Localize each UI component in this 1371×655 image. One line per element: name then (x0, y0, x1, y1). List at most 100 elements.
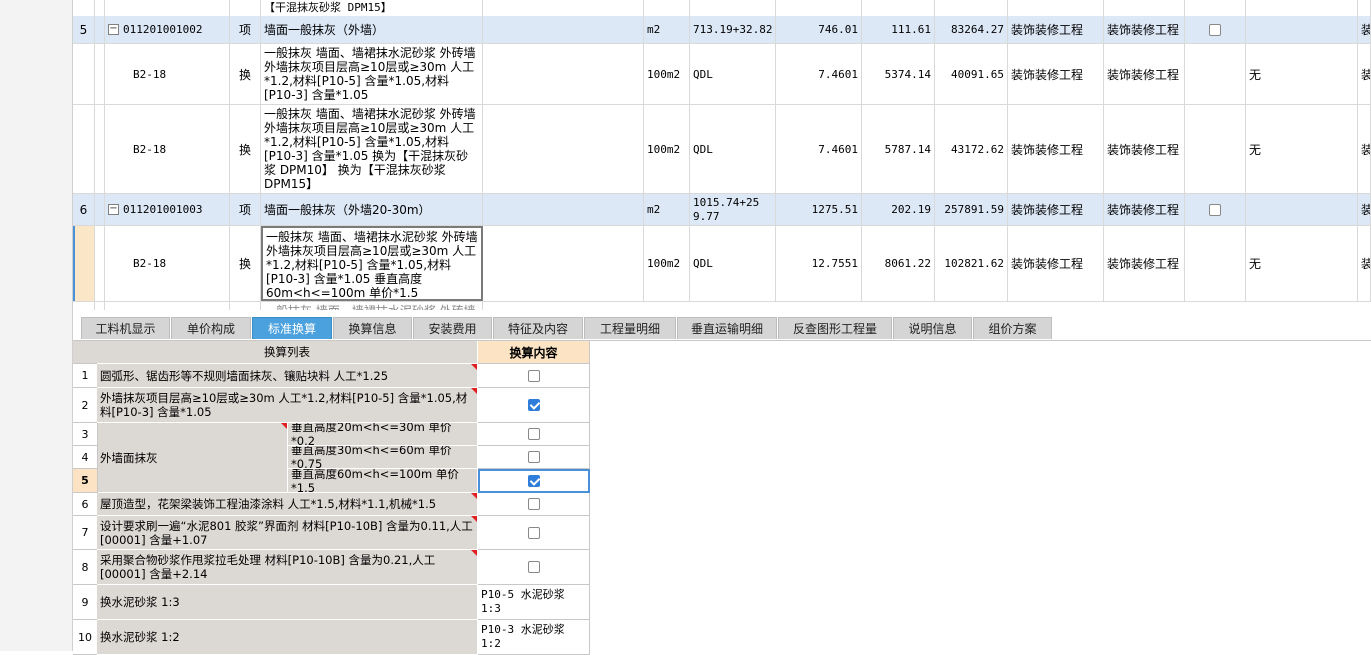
total-price: 83264.27 (935, 16, 1008, 43)
conversion-checkbox[interactable] (527, 498, 540, 510)
sub-category: 装饰装修工程 (1104, 105, 1185, 193)
list-item[interactable]: 7 设计要求刷一遍“水泥801 胶浆”界面剂 材料[P10-10B] 含量为0.… (73, 516, 590, 550)
item-code: 011201001002 (123, 23, 203, 36)
tab-features[interactable]: 特征及内容 (493, 317, 583, 339)
qty-expression[interactable]: QDL (690, 44, 776, 104)
unit-price: 111.61 (862, 16, 935, 43)
list-item[interactable]: 5 垂直高度60m<h<=100m 单价*1.5 (73, 469, 590, 493)
tab-vertical-transport[interactable]: 垂直运输明细 (677, 317, 777, 339)
conversion-list: 换算列表 换算内容 1 圆弧形、锯齿形等不规则墙面抹灰、镶贴块料 人工*1.25… (73, 341, 590, 655)
quantity: 12.7551 (776, 226, 862, 301)
qty-expression[interactable]: QDL (690, 105, 776, 193)
row-number: 2 (73, 388, 98, 423)
quantity: 7.4601 (776, 105, 862, 193)
clipped-cell: 装 (1358, 105, 1371, 193)
conversion-text: 外墙抹灰项目层高≥10层或≥30m 人工*1.2,材料[P10-5] 含量*1.… (97, 388, 478, 423)
row-seq: 6 (73, 194, 95, 225)
conversion-checkbox[interactable] (528, 475, 540, 487)
tab-standard-conversion[interactable]: 标准换算 (252, 317, 332, 339)
unit-price: 5374.14 (862, 44, 935, 104)
item-name[interactable]: 墙面一般抹灰（外墙） (261, 16, 483, 43)
item-unit: m2 (644, 194, 690, 225)
tab-description[interactable]: 说明信息 (893, 317, 972, 339)
list-item[interactable]: 10 换水泥砂浆 1:2 P10-3 水泥砂浆 1:2 (73, 620, 590, 655)
table-row[interactable]: 5 −011201001002 项 墙面一般抹灰（外墙） m2 713.19+3… (73, 16, 1371, 44)
conversion-checkbox[interactable] (527, 428, 540, 440)
tab-quantity-detail[interactable]: 工程量明细 (584, 317, 676, 339)
collapse-icon[interactable]: − (108, 24, 119, 35)
material-replacement[interactable]: P10-5 水泥砂浆 1:3 (478, 585, 590, 620)
tab-graphic-quantity[interactable]: 反查图形工程量 (778, 317, 892, 339)
item-unit: 100m2 (644, 44, 690, 104)
clipped-cell: 装 (1358, 16, 1371, 43)
row-number: 7 (73, 516, 98, 550)
item-type: 换 (230, 44, 261, 104)
item-name[interactable]: 墙面一般抹灰（外墙20-30m） (261, 194, 483, 225)
unit-price: 5787.14 (862, 105, 935, 193)
row-number: 4 (73, 446, 98, 469)
tab-unit-price[interactable]: 单价构成 (171, 317, 251, 339)
conversion-checkbox[interactable] (527, 526, 540, 539)
collapse-icon[interactable]: − (108, 204, 119, 215)
list-header: 换算列表 换算内容 (73, 341, 590, 364)
item-unit: m2 (644, 16, 690, 43)
item-name[interactable]: 【干混抹灰砂浆 DPM15】 (261, 0, 483, 16)
sub-category: 装饰装修工程 (1104, 44, 1185, 104)
item-unit: 100m2 (644, 105, 690, 193)
row-number: 1 (73, 364, 98, 388)
item-name[interactable]: 一般抹灰 墙面、墙裙抹水泥砂浆 外砖墙 (261, 302, 483, 310)
material-replacement[interactable]: P10-3 水泥砂浆 1:2 (478, 620, 590, 655)
conversion-checkbox[interactable] (527, 451, 540, 463)
list-item[interactable]: 2 外墙抹灰项目层高≥10层或≥30m 人工*1.2,材料[P10-5] 含量*… (73, 388, 590, 423)
conversion-text: 设计要求刷一遍“水泥801 胶浆”界面剂 材料[P10-10B] 含量为0.11… (97, 516, 478, 550)
item-type: 换 (230, 226, 261, 301)
conversion-checkbox[interactable] (527, 561, 540, 573)
conversion-text: 垂直高度30m<h<=60m 单价*0.75 (288, 446, 478, 469)
total-price: 102821.62 (935, 226, 1008, 301)
table-row[interactable]: B2-18 换 一般抹灰 墙面、墙裙抹水泥砂浆 外砖墙 外墙抹灰项目层高≥10层… (73, 105, 1371, 194)
extra-field: 无 (1246, 44, 1358, 104)
clipped-cell: 装 (1358, 226, 1371, 301)
conversion-text: 垂直高度60m<h<=100m 单价*1.5 (288, 469, 478, 493)
tab-install-cost[interactable]: 安装费用 (413, 317, 492, 339)
item-name[interactable]: 一般抹灰 墙面、墙裙抹水泥砂浆 外砖墙 外墙抹灰项目层高≥10层或≥30m 人工… (261, 44, 483, 104)
row-number: 3 (73, 423, 98, 446)
conversion-text: 屋顶造型，花架梁装饰工程油漆涂料 人工*1.5,材料*1.1,机械*1.5 (97, 493, 478, 516)
sub-category: 装饰装修工程 (1104, 16, 1185, 43)
list-item[interactable]: 9 换水泥砂浆 1:3 P10-5 水泥砂浆 1:3 (73, 585, 590, 620)
list-item[interactable]: 1 圆弧形、锯齿形等不规则墙面抹灰、镶贴块料 人工*1.25 (73, 364, 590, 388)
item-unit: 100m2 (644, 226, 690, 301)
unit-price: 202.19 (862, 194, 935, 225)
item-type: 换 (230, 105, 261, 193)
qty-expression[interactable]: 713.19+32.82 (690, 16, 776, 43)
list-item[interactable]: 8 采用聚合物砂浆作甩浆拉毛处理 材料[P10-10B] 含量为0.21,人工[… (73, 550, 590, 585)
tab-pricing-scheme[interactable]: 组价方案 (973, 317, 1052, 339)
tab-conversion-info[interactable]: 换算信息 (333, 317, 412, 339)
list-item[interactable]: 3 垂直高度20m<h<=30m 单价*0.2 (73, 423, 590, 446)
list-item[interactable]: 4 垂直高度30m<h<=60m 单价*0.75 (73, 446, 590, 469)
list-item[interactable]: 6 屋顶造型，花架梁装饰工程油漆涂料 人工*1.5,材料*1.1,机械*1.5 (73, 493, 590, 516)
table-row[interactable]: 6 −011201001003 项 墙面一般抹灰（外墙20-30m） m2 10… (73, 194, 1371, 226)
table-row[interactable]: 【干混抹灰砂浆 DPM15】 (73, 0, 1371, 17)
row-seq: 5 (73, 16, 95, 43)
header-conversion-content: 换算内容 (478, 341, 590, 364)
row-checkbox[interactable] (1209, 23, 1221, 36)
qty-expression[interactable]: QDL (690, 226, 776, 301)
table-row[interactable]: B2-18 换 一般抹灰 墙面、墙裙抹水泥砂浆 外砖墙 外墙抹灰项目层高≥10层… (73, 226, 1371, 302)
bill-grid: 【干混抹灰砂浆 DPM15】 5 −011201001002 项 墙面一般抹灰（… (73, 0, 1371, 310)
row-checkbox[interactable] (1209, 203, 1221, 216)
tab-labor-material[interactable]: 工料机显示 (81, 317, 170, 339)
clipped-cell: 装 (1358, 44, 1371, 104)
item-name-editor[interactable]: 一般抹灰 墙面、墙裙抹水泥砂浆 外砖墙 外墙抹灰项目层高≥10层或≥30m 人工… (261, 226, 483, 301)
conversion-text: 换水泥砂浆 1:3 (97, 585, 478, 620)
conversion-checkbox[interactable] (527, 369, 540, 382)
extra-field: 无 (1246, 226, 1358, 301)
item-type: 项 (230, 16, 261, 43)
item-name[interactable]: 一般抹灰 墙面、墙裙抹水泥砂浆 外砖墙 外墙抹灰项目层高≥10层或≥30m 人工… (261, 105, 483, 193)
table-row[interactable]: 一般抹灰 墙面、墙裙抹水泥砂浆 外砖墙 (73, 302, 1371, 310)
header-conversion-list: 换算列表 (97, 341, 478, 364)
conversion-checkbox[interactable] (527, 399, 540, 411)
qty-expression[interactable]: 1015.74+259.77 (690, 194, 776, 225)
total-price: 43172.62 (935, 105, 1008, 193)
table-row[interactable]: B2-18 换 一般抹灰 墙面、墙裙抹水泥砂浆 外砖墙 外墙抹灰项目层高≥10层… (73, 44, 1371, 105)
